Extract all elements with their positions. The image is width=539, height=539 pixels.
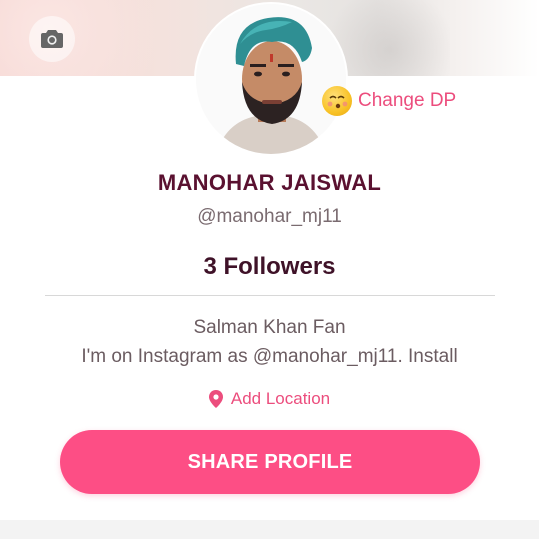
cover-blur (330, 0, 450, 76)
change-dp-label: Change DP (358, 90, 457, 111)
profile-name: MANOHAR JAISWAL (157, 170, 382, 195)
bio-line: Salman Khan Fan (193, 317, 346, 338)
divider (45, 295, 495, 296)
add-location-button[interactable]: Add Location (0, 386, 539, 412)
location-pin-icon (208, 390, 223, 408)
profile-username: @manohar_mj11 (197, 206, 342, 227)
change-cover-button[interactable] (29, 16, 75, 62)
cover-blur (0, 0, 180, 76)
bio-line: I'm on Instagram as @manohar_mj11. Insta… (81, 346, 458, 367)
profile-bio: Salman Khan Fan I'm on Instagram as @man… (0, 313, 539, 371)
change-dp-button[interactable]: Change DP (322, 86, 456, 116)
share-profile-button[interactable]: SHARE PROFILE (60, 430, 480, 494)
avatar-photo (196, 4, 346, 154)
section-separator (0, 520, 539, 539)
profile-avatar[interactable] (196, 4, 346, 154)
kissing-face-emoji-icon (322, 86, 352, 116)
add-location-label: Add Location (230, 389, 331, 408)
camera-icon (41, 30, 63, 48)
followers-count[interactable]: 3 Followers (0, 253, 539, 281)
